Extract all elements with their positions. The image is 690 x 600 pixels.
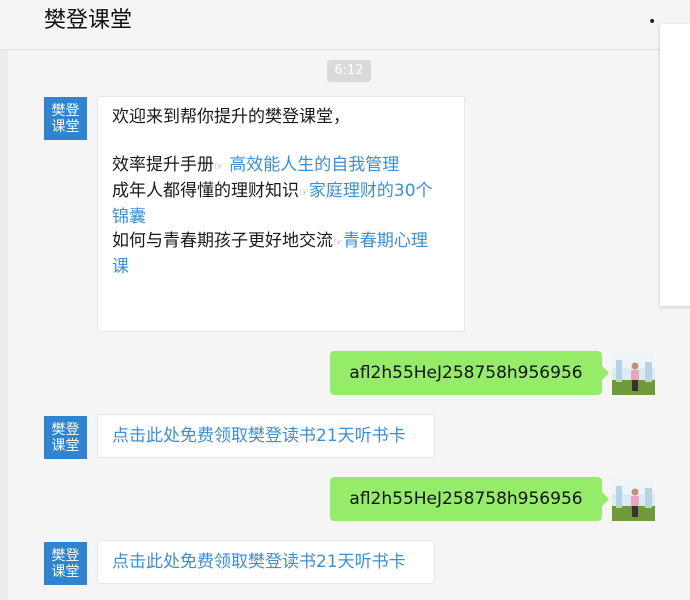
side-panel (660, 24, 690, 306)
avatar-label-bottom: 课堂 (51, 118, 80, 135)
user-avatar[interactable] (612, 478, 655, 521)
avatar-label-bottom: 课堂 (51, 563, 80, 580)
finance-link[interactable]: 家庭理财的30个 (309, 181, 433, 201)
avatar-label-top: 樊登 (51, 547, 80, 564)
hand-pointer-icon: ☞ (299, 186, 309, 199)
hand-pointer-icon: ☞ (333, 236, 343, 249)
teen-link[interactable]: 青春期心理 (343, 231, 428, 251)
teen-row: 如何与青春期孩子更好地交流☞青春期心理 (112, 229, 452, 255)
efficiency-row: 效率提升手册☞ 高效能人生的自我管理 (112, 153, 452, 179)
welcome-message: 欢迎来到帮你提升的樊登课堂， 效率提升手册☞ 高效能人生的自我管理 成年人都得懂… (97, 96, 465, 332)
finance-link-continued[interactable]: 锦囊 (112, 205, 452, 229)
hand-pointer-icon: ☞ (214, 160, 224, 173)
window-edge (0, 0, 8, 600)
avatar-label-top: 樊登 (51, 102, 80, 119)
user-message-code: afl2h55HeJ258758h956956 (330, 477, 609, 521)
teen-text: 如何与青春期孩子更好地交流 (112, 231, 333, 251)
finance-text: 成年人都得懂的理财知识 (112, 181, 299, 201)
avatar-label-bottom: 课堂 (51, 437, 80, 454)
chat-header: 樊登课堂 • (0, 0, 690, 50)
bot-avatar[interactable]: 樊登 课堂 (44, 542, 87, 585)
timestamp-badge: 6:12 (327, 60, 371, 82)
user-avatar[interactable] (612, 352, 655, 395)
user-photo-icon (612, 352, 655, 395)
finance-row: 成年人都得懂的理财知识☞家庭理财的30个 (112, 179, 452, 205)
bot-avatar[interactable]: 樊登 课堂 (44, 97, 87, 140)
user-message-code: afl2h55HeJ258758h956956 (330, 351, 609, 395)
efficiency-text: 效率提升手册 (112, 155, 214, 175)
user-photo-icon (612, 478, 655, 521)
chat-title: 樊登课堂 (44, 8, 133, 33)
avatar-label-top: 樊登 (51, 421, 80, 438)
welcome-greeting: 欢迎来到帮你提升的樊登课堂， (112, 107, 350, 127)
efficiency-link[interactable]: 高效能人生的自我管理 (229, 155, 399, 175)
free-card-link[interactable]: 点击此处免费领取樊登读书21天听书卡 (97, 540, 435, 584)
teen-link-continued[interactable]: 课 (112, 255, 452, 279)
free-card-link[interactable]: 点击此处免费领取樊登读书21天听书卡 (97, 414, 435, 458)
more-dots-icon[interactable]: • (648, 14, 658, 30)
bot-avatar[interactable]: 樊登 课堂 (44, 416, 87, 459)
